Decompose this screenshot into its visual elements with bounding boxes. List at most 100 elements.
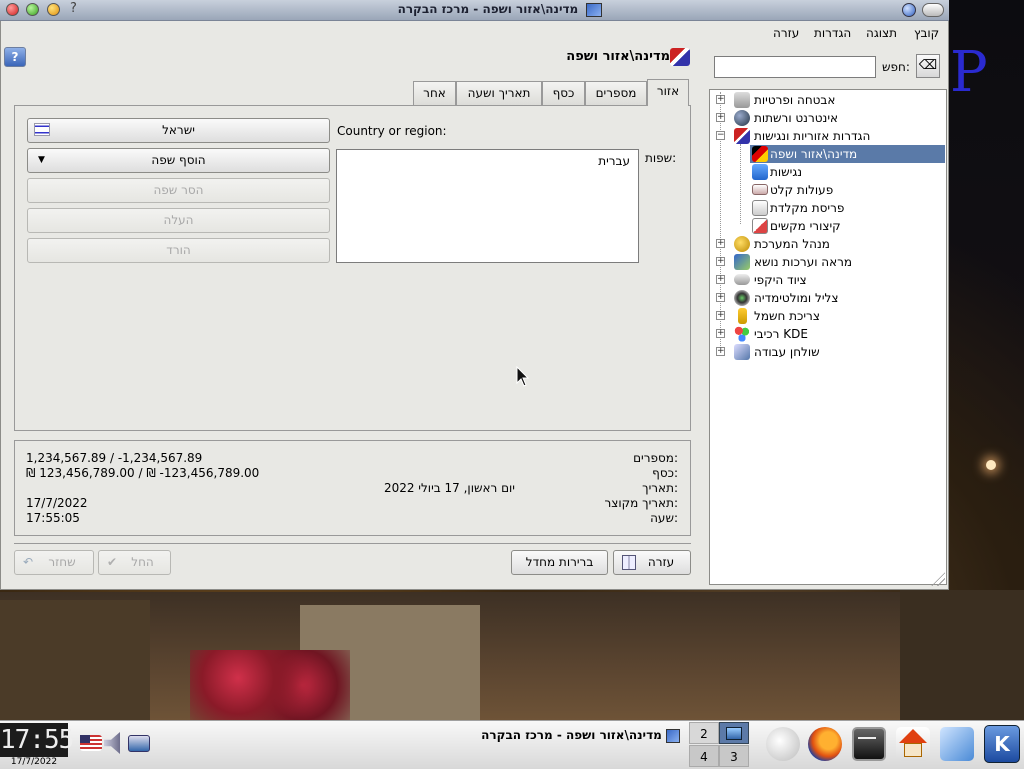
short-date-value: 17/7/2022 <box>26 496 88 510</box>
clear-search-button[interactable]: ⌫ <box>916 54 940 78</box>
keep-above-button[interactable] <box>922 3 944 17</box>
search-input[interactable] <box>714 56 876 78</box>
tree-item-input-actions[interactable]: פעולות קלט <box>750 181 940 199</box>
tree-item-internet[interactable]: + אינטרנט ורשתות <box>716 109 941 127</box>
language-item[interactable]: עברית <box>598 154 630 168</box>
menu-help[interactable]: עזרה <box>773 26 799 40</box>
apply-button[interactable]: ✔ החל <box>98 550 171 575</box>
firefox-icon[interactable] <box>808 727 842 761</box>
taskbar-task-button[interactable]: מדינה\אזור ושפה - מרכז הבקרה <box>470 726 680 744</box>
tree-item-shortcuts[interactable]: קיצורי מקשים <box>750 217 940 235</box>
help-book-icon <box>622 555 636 570</box>
collapse-icon[interactable]: − <box>716 131 725 140</box>
resize-grip[interactable] <box>931 572 945 586</box>
taskbar-clock[interactable]: 17:55 <box>0 723 74 757</box>
module-tree[interactable]: + אבטחה ופרטיות + אינטרנט ורשתות − הגדרו… <box>709 89 947 585</box>
move-up-button[interactable]: העלה <box>27 208 330 233</box>
home-icon[interactable] <box>896 727 930 761</box>
tree-item-appearance[interactable]: + מראה וערכות נושא <box>716 253 941 271</box>
time-value: 17:55:05 <box>26 511 80 525</box>
window-menu-button[interactable] <box>902 3 916 17</box>
tree-item-regional[interactable]: − הגדרות אזוריות ונגישות <box>716 127 941 145</box>
dropdown-arrow-icon: ▼ <box>38 155 45 165</box>
minimize-window-button[interactable] <box>47 3 60 16</box>
expand-icon[interactable]: + <box>716 95 725 104</box>
expand-icon[interactable]: + <box>716 347 725 356</box>
tree-item-sound[interactable]: + צליל ומולטימדיה <box>716 289 941 307</box>
display-icon[interactable] <box>128 735 150 752</box>
kde-menu-icon[interactable]: K <box>984 725 1020 763</box>
tab-money[interactable]: כסף <box>542 81 585 105</box>
accessibility-icon <box>752 164 768 180</box>
tree-item-country-language[interactable]: מדינה\אזור ושפה <box>750 145 945 163</box>
pager-desktop-3[interactable]: 3 <box>719 745 749 767</box>
admin-icon <box>734 236 750 252</box>
money-value: ₪ 123,456,789.00 / ₪ -123,456,789.00 <box>26 466 260 480</box>
tab-date-time[interactable]: תאריך ושעה <box>456 81 542 105</box>
module-help-button[interactable]: ? <box>4 47 26 67</box>
menu-file[interactable]: קובץ <box>914 26 939 40</box>
reset-button[interactable]: ↶ שחזר <box>14 550 94 575</box>
expand-icon[interactable]: + <box>716 329 725 338</box>
country-select-button[interactable]: ישראל <box>27 118 330 143</box>
editor-icon[interactable] <box>940 727 974 761</box>
window-title: מדינה\אזור ושפה - מרכז הבקרה <box>300 2 700 17</box>
country-label: Country or region: <box>337 124 447 138</box>
tree-item-label: קיצורי מקשים <box>770 219 841 233</box>
sound-icon <box>734 290 750 306</box>
languages-label: שפות: <box>645 151 677 165</box>
flag-icon <box>670 48 690 66</box>
move-down-button[interactable]: הורד <box>27 238 330 263</box>
add-language-label: הוסף שפה <box>151 153 206 167</box>
expand-icon[interactable]: + <box>716 239 725 248</box>
expand-icon[interactable]: + <box>716 293 725 302</box>
expand-icon[interactable]: + <box>716 275 725 284</box>
taskbar-date: 17/7/2022 <box>10 757 58 767</box>
pager-desktop-4[interactable]: 4 <box>689 745 719 767</box>
defaults-button[interactable]: ברירות מחדל <box>511 550 608 575</box>
tree-item-kde-components[interactable]: + רכיבי KDE <box>716 325 941 343</box>
desktop-icon <box>734 344 750 360</box>
tree-item-desktop[interactable]: + שולחן עבודה <box>716 343 941 361</box>
terminal-prompt <box>858 737 876 739</box>
kde-components-icon <box>734 326 750 342</box>
tab-region[interactable]: אזור <box>647 79 689 106</box>
tab-other[interactable]: אחר <box>413 81 456 105</box>
window-help-button[interactable]: ? <box>70 1 77 16</box>
tree-guide-line <box>740 144 742 224</box>
maximize-window-button[interactable] <box>26 3 39 16</box>
menu-settings[interactable]: הגדרות <box>814 26 851 40</box>
terminal-icon[interactable] <box>852 727 886 761</box>
close-window-button[interactable] <box>6 3 19 16</box>
expand-icon[interactable]: + <box>716 311 725 320</box>
tree-item-peripherals[interactable]: + ציוד היקפי <box>716 271 941 289</box>
us-flag-icon[interactable] <box>80 735 102 751</box>
page-title: מדינה\אזור ושפה <box>566 49 670 64</box>
help-button[interactable]: עזרה <box>613 550 691 575</box>
tree-item-label: נגישות <box>770 165 803 179</box>
search-label: חפש: <box>882 60 910 74</box>
undo-icon: ↶ <box>23 555 34 569</box>
tree-item-system-admin[interactable]: + מנהל המערכת <box>716 235 941 253</box>
tree-item-keyboard-layout[interactable]: פריסת מקלדת <box>750 199 940 217</box>
remove-language-button[interactable]: הסר שפה <box>27 178 330 203</box>
menu-view[interactable]: תצוגה <box>866 26 897 40</box>
expand-icon[interactable]: + <box>716 113 725 122</box>
appearance-icon <box>734 254 750 270</box>
tree-item-label: צריכת חשמל <box>754 309 820 323</box>
pager-desktop-2[interactable]: 2 <box>689 722 719 744</box>
tree-item-power[interactable]: + צריכת חשמל <box>716 307 941 325</box>
add-language-button[interactable]: ▼ הוסף שפה <box>27 148 330 173</box>
tree-item-label: מדינה\אזור ושפה <box>770 147 858 161</box>
date-value: יום ראשון, 17 ביולי 2022 <box>383 481 515 495</box>
konqueror-icon[interactable] <box>766 727 800 761</box>
expand-icon[interactable]: + <box>716 257 725 266</box>
tree-item-accessibility[interactable]: נגישות <box>750 163 940 181</box>
pager-desktop-1[interactable] <box>719 722 749 744</box>
date-label: תאריך: <box>642 481 678 495</box>
tab-numbers[interactable]: מספרים <box>585 81 647 105</box>
tree-item-security[interactable]: + אבטחה ופרטיות <box>716 91 941 109</box>
pager-window-icon <box>726 727 742 740</box>
mouse-cursor-icon <box>516 366 530 387</box>
languages-list[interactable]: עברית <box>336 149 639 263</box>
